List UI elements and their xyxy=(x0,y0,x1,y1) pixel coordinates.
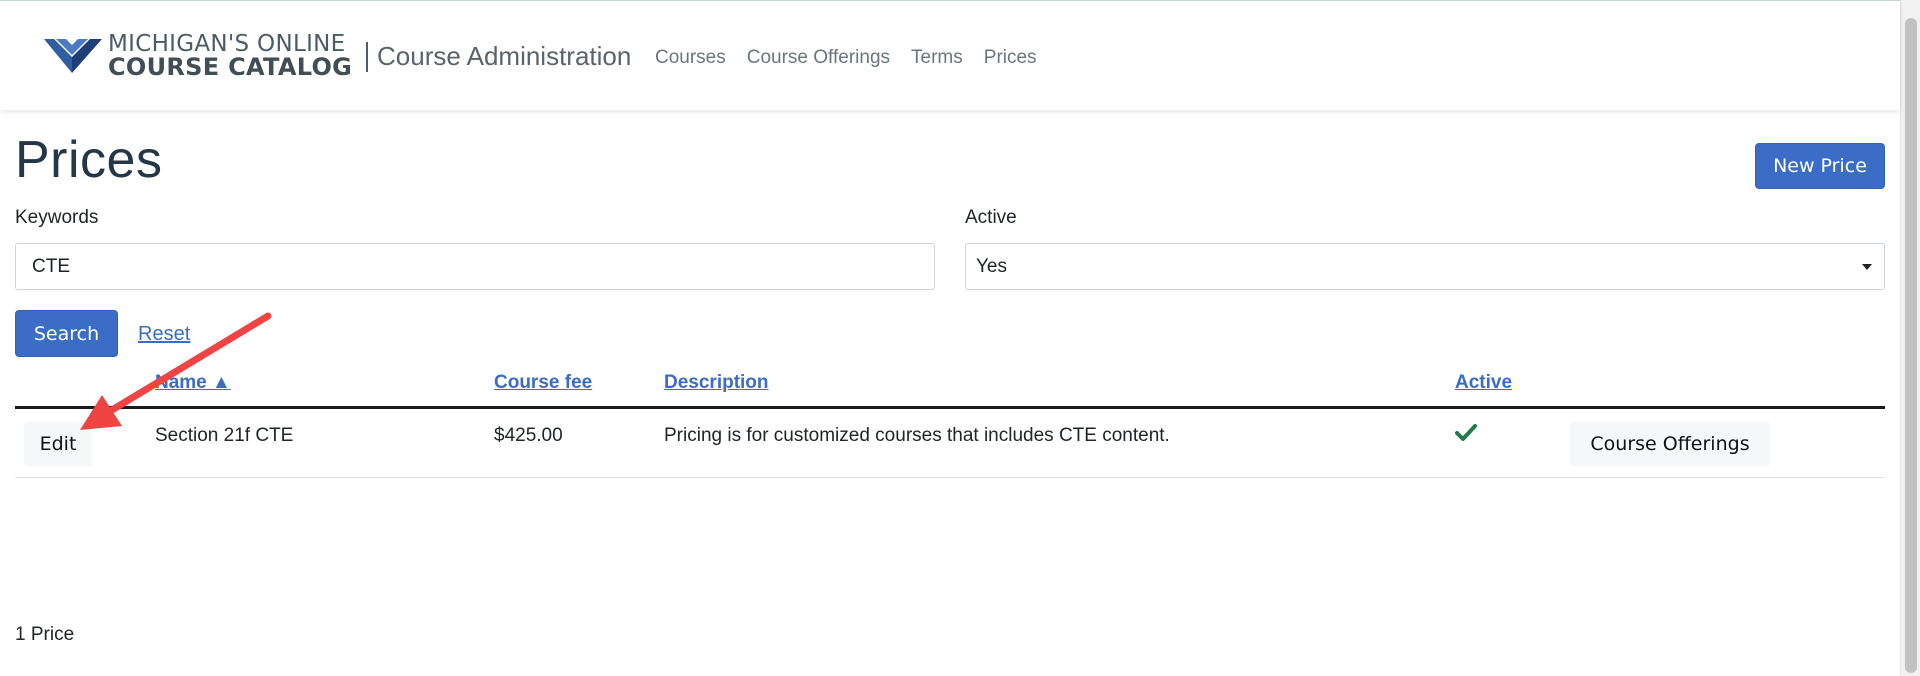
main-nav: Courses Course Offerings Terms Prices xyxy=(655,47,1037,69)
column-header-course-fee[interactable]: Course fee xyxy=(494,372,592,394)
keywords-label: Keywords xyxy=(15,207,99,228)
logo-chevron-icon xyxy=(44,39,102,73)
column-header-name[interactable]: Name ▲ xyxy=(155,372,231,394)
reset-link[interactable]: Reset xyxy=(138,323,190,346)
active-select-value: Yes xyxy=(976,256,1007,277)
keywords-input[interactable] xyxy=(15,243,935,290)
course-offerings-button[interactable]: Course Offerings xyxy=(1570,422,1770,466)
table-row-divider xyxy=(15,477,1885,478)
caret-down-icon xyxy=(1862,264,1872,270)
logo-divider xyxy=(366,42,368,72)
page-title: Prices xyxy=(15,131,163,189)
app-title[interactable]: Course Administration xyxy=(377,41,631,72)
scrollbar-thumb[interactable] xyxy=(1905,18,1917,673)
nav-link-course-offerings[interactable]: Course Offerings xyxy=(747,47,890,69)
new-price-button[interactable]: New Price xyxy=(1755,143,1885,189)
results-count: 1 Price xyxy=(15,624,75,645)
vertical-scrollbar[interactable] xyxy=(1900,0,1920,676)
description-cell: Pricing is for customized courses that i… xyxy=(664,425,1170,446)
table-header-divider xyxy=(15,406,1885,409)
nav-link-courses[interactable]: Courses xyxy=(655,47,726,69)
active-select[interactable]: Yes xyxy=(965,243,1885,290)
price-name-cell: Section 21f CTE xyxy=(155,425,294,446)
column-header-active[interactable]: Active xyxy=(1455,372,1512,394)
logo-text-line2: COURSE CATALOG xyxy=(108,53,353,81)
active-label: Active xyxy=(965,207,1017,228)
nav-link-terms[interactable]: Terms xyxy=(911,47,963,69)
page: MICHIGAN'S ONLINE COURSE CATALOG Course … xyxy=(0,0,1920,676)
nav-link-prices[interactable]: Prices xyxy=(984,47,1037,69)
checkmark-icon xyxy=(1455,424,1477,441)
course-fee-cell: $425.00 xyxy=(494,425,563,446)
search-button[interactable]: Search xyxy=(15,310,118,357)
column-header-description[interactable]: Description xyxy=(664,372,769,394)
edit-button[interactable]: Edit xyxy=(24,422,92,466)
site-logo[interactable]: MICHIGAN'S ONLINE COURSE CATALOG xyxy=(44,31,364,81)
top-navbar: MICHIGAN'S ONLINE COURSE CATALOG Course … xyxy=(0,0,1900,110)
